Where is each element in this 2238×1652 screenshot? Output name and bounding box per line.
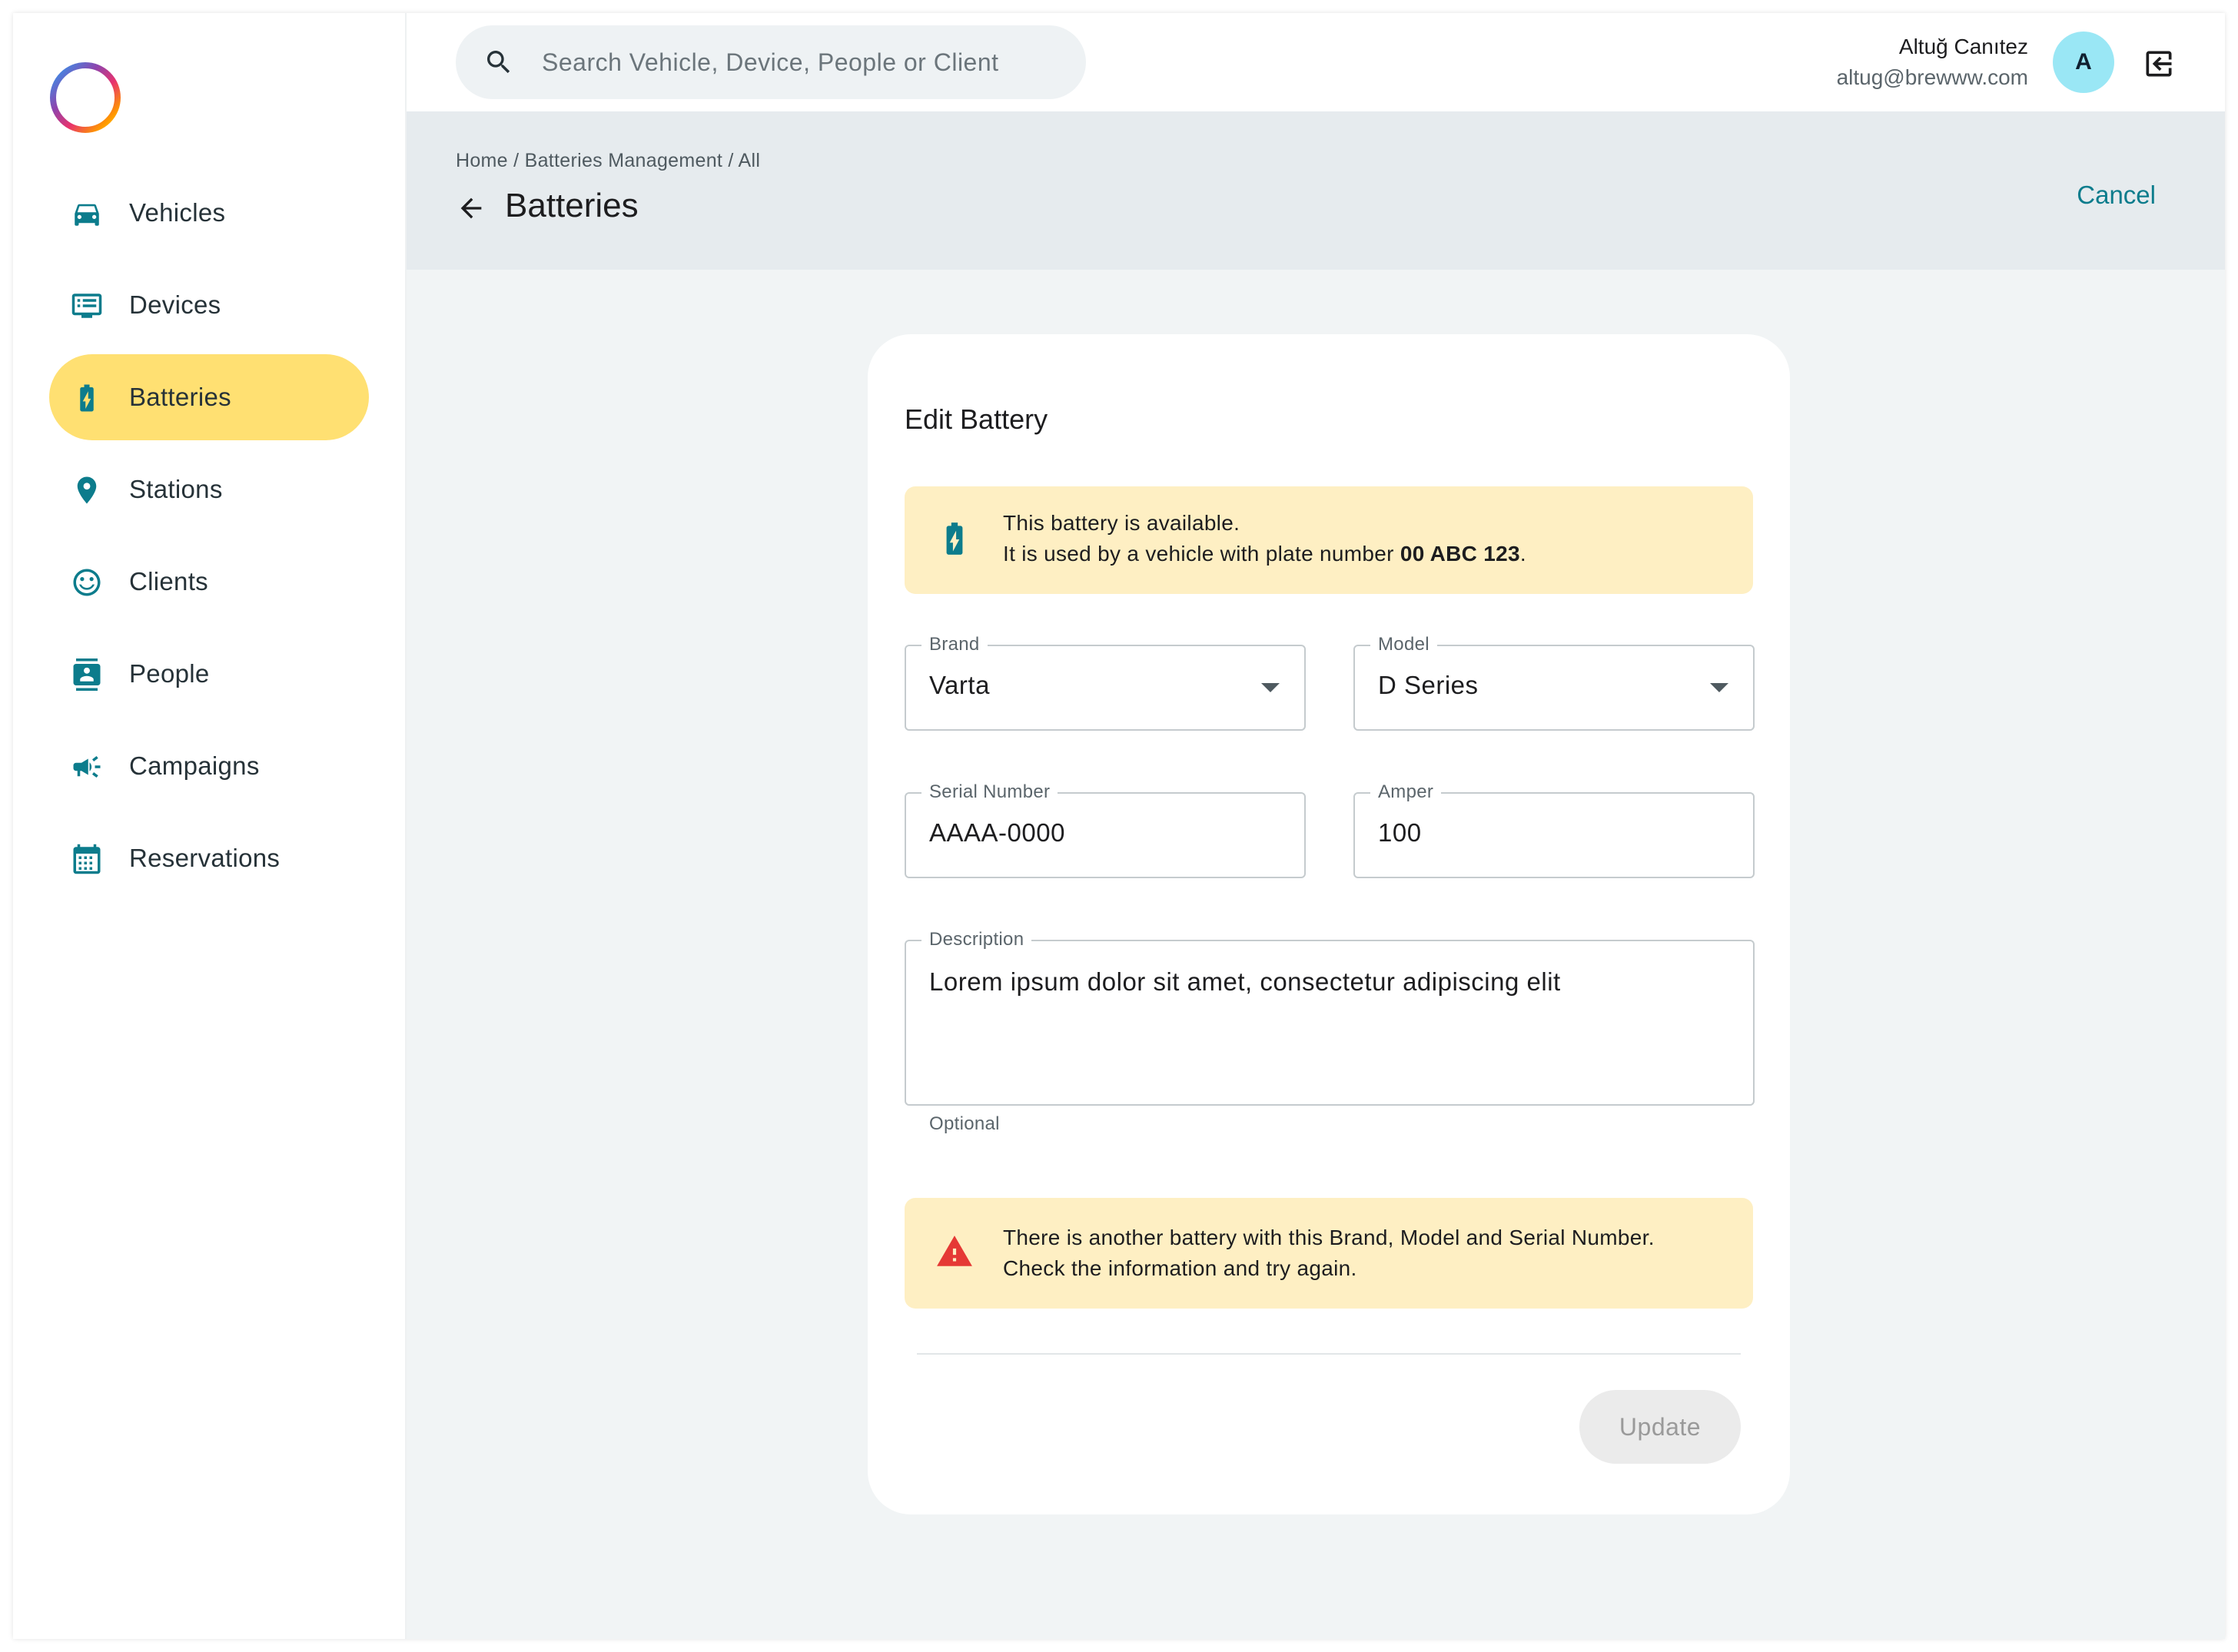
model-label: Model bbox=[1370, 634, 1437, 655]
amper-value[interactable]: 100 bbox=[1378, 818, 1422, 848]
sidebar-item-vehicles[interactable]: Vehicles bbox=[49, 170, 369, 256]
calendar-icon bbox=[71, 843, 103, 875]
divider bbox=[917, 1353, 1741, 1355]
search-input[interactable] bbox=[542, 41, 1064, 84]
main-content: Home / Batteries Management / All Batter… bbox=[407, 111, 2225, 1639]
smiley-icon bbox=[71, 566, 103, 599]
user-info: Altuğ Canıtez altug@brewww.com bbox=[1837, 32, 2028, 93]
amper-field[interactable]: Amper 100 bbox=[1353, 781, 1755, 878]
location-pin-icon bbox=[71, 474, 103, 506]
sidebar-item-reservations[interactable]: Reservations bbox=[49, 815, 369, 901]
alert-line-2-suffix: . bbox=[1519, 542, 1526, 566]
page-header: Home / Batteries Management / All Batter… bbox=[407, 111, 2225, 270]
brand-value: Varta bbox=[929, 671, 990, 699]
avatar[interactable]: A bbox=[2053, 32, 2114, 93]
battery-status-alert: This battery is available. It is used by… bbox=[905, 486, 1753, 594]
brand-label: Brand bbox=[921, 634, 988, 655]
sidebar-item-stations[interactable]: Stations bbox=[49, 446, 369, 532]
sidebar-item-label: Campaigns bbox=[129, 751, 260, 780]
serial-number-value[interactable]: AAAA-0000 bbox=[929, 818, 1065, 848]
edit-battery-card: Edit Battery This battery is available. … bbox=[868, 334, 1790, 1514]
user-email: altug@brewww.com bbox=[1836, 65, 2028, 89]
dropdown-arrow-icon bbox=[1710, 683, 1728, 692]
sidebar-item-label: Devices bbox=[129, 290, 221, 319]
sidebar-item-label: Reservations bbox=[129, 844, 281, 872]
car-icon bbox=[71, 197, 103, 230]
sidebar-item-label: Clients bbox=[129, 567, 208, 595]
duplicate-warning-alert: There is another battery with this Brand… bbox=[905, 1198, 1753, 1309]
warning-text: There is another battery with this Brand… bbox=[1003, 1226, 1655, 1280]
search-bar[interactable] bbox=[456, 25, 1086, 99]
description-label: Description bbox=[921, 929, 1032, 950]
description-helper-text: Optional bbox=[929, 1113, 1000, 1134]
model-select[interactable]: Model D Series bbox=[1353, 634, 1755, 731]
alert-text: This battery is available. It is used by… bbox=[1003, 508, 1526, 569]
description-value[interactable]: Lorem ipsum dolor sit amet, consectetur … bbox=[929, 967, 1728, 997]
amper-label: Amper bbox=[1370, 781, 1442, 803]
card-title: Edit Battery bbox=[905, 403, 1048, 435]
user-name: Altuğ Canıtez bbox=[1898, 35, 2028, 58]
dropdown-arrow-icon bbox=[1261, 683, 1280, 692]
megaphone-icon bbox=[71, 751, 103, 783]
sidebar-item-people[interactable]: People bbox=[49, 631, 369, 717]
alert-line-2: It is used by a vehicle with plate numbe… bbox=[1003, 539, 1526, 569]
sidebar-nav: Vehicles Devices Batteries Stations Clie… bbox=[49, 170, 369, 907]
model-value: D Series bbox=[1378, 671, 1479, 699]
sidebar-item-campaigns[interactable]: Campaigns bbox=[49, 723, 369, 809]
search-icon bbox=[487, 51, 510, 74]
breadcrumb[interactable]: Home / Batteries Management / All bbox=[456, 150, 760, 172]
battery-icon bbox=[71, 382, 103, 414]
sidebar-item-label: Stations bbox=[129, 475, 223, 503]
serial-number-label: Serial Number bbox=[921, 781, 1058, 803]
warning-icon bbox=[937, 1236, 972, 1266]
plate-number: 00 ABC 123 bbox=[1400, 542, 1520, 566]
sidebar-item-devices[interactable]: Devices bbox=[49, 262, 369, 348]
app-window: Vehicles Devices Batteries Stations Clie… bbox=[13, 13, 2225, 1639]
logout-icon[interactable] bbox=[2142, 47, 2176, 81]
sidebar: Vehicles Devices Batteries Stations Clie… bbox=[13, 13, 407, 1639]
device-icon bbox=[71, 290, 103, 322]
back-arrow-icon[interactable] bbox=[456, 193, 486, 224]
cancel-button[interactable]: Cancel bbox=[2077, 174, 2156, 216]
page-title: Batteries bbox=[505, 187, 639, 224]
sidebar-item-batteries[interactable]: Batteries bbox=[49, 354, 369, 440]
contact-card-icon bbox=[71, 658, 103, 691]
sidebar-item-label: Vehicles bbox=[129, 198, 226, 227]
sidebar-item-label: Batteries bbox=[129, 383, 231, 411]
app-logo[interactable] bbox=[47, 59, 124, 136]
brand-select[interactable]: Brand Varta bbox=[905, 634, 1306, 731]
battery-icon bbox=[946, 522, 963, 555]
alert-line-2-prefix: It is used by a vehicle with plate numbe… bbox=[1003, 542, 1400, 566]
update-button[interactable]: Update bbox=[1579, 1390, 1741, 1464]
description-field[interactable]: Description Lorem ipsum dolor sit amet, … bbox=[905, 929, 1755, 1106]
serial-number-field[interactable]: Serial Number AAAA-0000 bbox=[905, 781, 1306, 878]
sidebar-item-label: People bbox=[129, 659, 210, 688]
alert-line-1: This battery is available. bbox=[1003, 511, 1240, 535]
sidebar-item-clients[interactable]: Clients bbox=[49, 539, 369, 625]
top-bar: Altuğ Canıtez altug@brewww.com A bbox=[407, 13, 2225, 111]
